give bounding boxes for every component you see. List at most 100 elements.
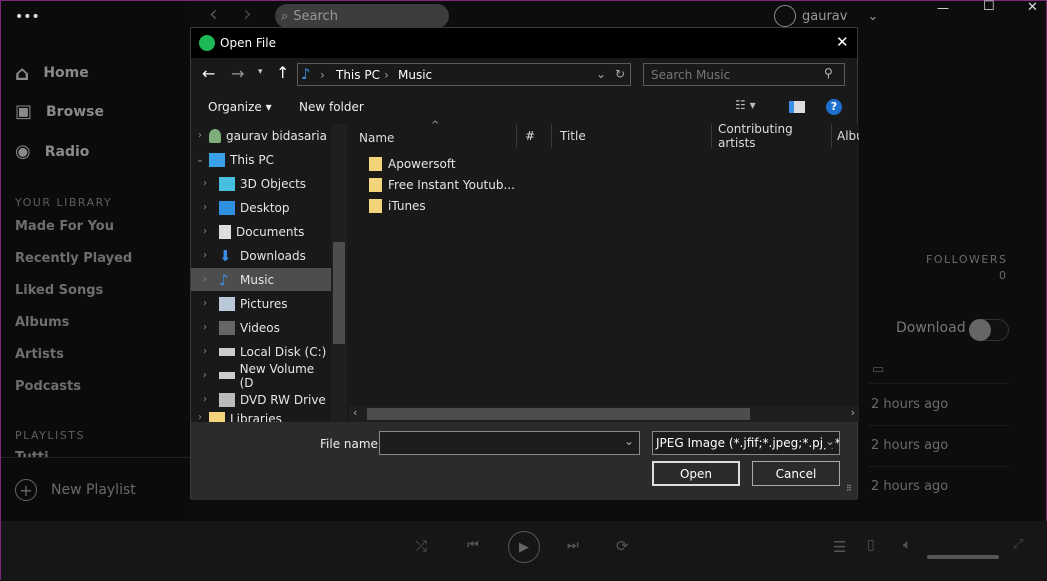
videos-icon (219, 320, 235, 335)
open-button[interactable]: Open (652, 461, 740, 486)
tree-item-this-pc[interactable]: ⌄ This PC (191, 148, 331, 171)
label: Browse (46, 103, 104, 120)
tree-item-documents[interactable]: › Documents (191, 220, 331, 243)
music-note-icon: ♪ (219, 270, 229, 289)
library-item[interactable]: Artists (15, 347, 64, 362)
back-arrow-icon[interactable]: ← (202, 64, 215, 83)
playlists-header: PLAYLISTS (15, 429, 85, 442)
column-contributing-artists[interactable]: Contributing artists (712, 122, 832, 150)
filetype-value: JPEG Image (*.jfif;*.jpeg;*.pjp;*. (656, 436, 840, 450)
menu-dots-button[interactable]: ••• (15, 9, 40, 25)
play-button[interactable]: ▶ (508, 531, 540, 563)
fullscreen-icon[interactable]: ⤢ (1013, 537, 1023, 552)
download-toggle[interactable] (969, 319, 1009, 341)
tree-item-videos[interactable]: › Videos (191, 316, 331, 339)
tree-item-local-disk[interactable]: › Local Disk (C:) (191, 340, 331, 363)
user-menu[interactable]: gaurav ⌄ (774, 5, 878, 27)
previous-icon[interactable]: ⏮ (467, 538, 479, 553)
breadcrumb-music[interactable]: Music (398, 68, 432, 82)
library-item[interactable]: Made For You (15, 219, 114, 234)
tree-item-downloads[interactable]: › ⬇ Downloads (191, 244, 331, 267)
preview-pane-icon[interactable] (789, 101, 805, 113)
new-folder-button[interactable]: New folder (299, 100, 364, 114)
file-item[interactable]: Free Instant Youtub... (369, 178, 515, 192)
tree-item-pictures[interactable]: › Pictures (191, 292, 331, 315)
folder-icon (369, 178, 382, 192)
forward-button[interactable]: › (243, 4, 252, 26)
sidebar-item-browse[interactable]: ▣ Browse (15, 101, 104, 122)
dvd-drive-icon (219, 392, 235, 407)
pictures-icon (219, 296, 235, 311)
shuffle-icon[interactable]: ⤮ (415, 537, 427, 555)
tree-item-music[interactable]: › ♪ Music (191, 268, 331, 291)
search-icon: ⌕ (281, 8, 289, 24)
maximize-button[interactable]: ☐ (983, 0, 995, 14)
file-item[interactable]: iTunes (369, 199, 426, 213)
next-icon[interactable]: ⏭ (567, 538, 579, 553)
avatar-icon (774, 5, 796, 27)
repeat-icon[interactable]: ⟳ (616, 537, 629, 555)
horizontal-scrollbar[interactable]: ‹ › (349, 406, 859, 422)
search-input[interactable]: ⌕ Search (275, 4, 449, 28)
label: Free Instant Youtub... (388, 178, 515, 192)
label: Local Disk (C:) (240, 344, 327, 359)
library-item[interactable]: Recently Played (15, 251, 132, 266)
column-number[interactable]: # (517, 124, 552, 148)
column-album[interactable]: Album (832, 124, 859, 148)
volume-slider[interactable] (927, 555, 999, 559)
filename-input[interactable]: ⌄ (379, 431, 640, 455)
tree-scrollbar[interactable] (331, 124, 347, 422)
address-dropdown-icon[interactable]: ⌄ (596, 67, 606, 81)
download-label: Download (896, 320, 966, 336)
search-music-input[interactable]: Search Music ⚲ (643, 63, 845, 86)
recent-dropdown-icon[interactable]: ▾ (258, 67, 263, 77)
label: Libraries (230, 412, 282, 422)
library-item[interactable]: Albums (15, 315, 69, 330)
cancel-button[interactable]: Cancel (752, 461, 840, 486)
tree-item-libraries[interactable]: › Libraries (191, 412, 331, 422)
dialog-footer: File name: ⌄ JPEG Image (*.jfif;*.jpeg;*… (191, 422, 857, 500)
column-title[interactable]: Title (552, 124, 712, 148)
date-added: 2 hours ago (871, 438, 949, 453)
label: iTunes (388, 199, 426, 213)
file-type-select[interactable]: JPEG Image (*.jfif;*.jpeg;*.pjp;*. ⌄ (652, 431, 840, 455)
minimize-button[interactable]: — (937, 1, 949, 15)
label: Documents (236, 224, 305, 239)
calendar-icon: ▭ (872, 362, 885, 377)
forward-arrow-icon[interactable]: → (231, 64, 244, 83)
library-item[interactable]: Liked Songs (15, 283, 103, 298)
breadcrumb-this-pc[interactable]: This PC (336, 68, 380, 82)
resize-grip-icon[interactable]: ⠿ (846, 484, 852, 493)
help-icon[interactable]: ? (826, 99, 842, 115)
volume-icon[interactable]: 🔈︎ (903, 537, 911, 553)
view-options-icon[interactable]: ☷ ▾ (735, 98, 756, 112)
new-playlist-button[interactable]: + New Playlist (15, 479, 136, 501)
sidebar-item-radio[interactable]: ◉ Radio (15, 141, 89, 162)
player-bar: ⤮ ⏮ ▶ ⏭ ⟳ ☰ ▯ 🔈︎ ⤢ (1, 521, 1047, 581)
dialog-close-button[interactable]: ✕ (836, 33, 849, 51)
chevron-down-icon: ⌄ (867, 8, 879, 24)
tree-item-user[interactable]: › gaurav bidasaria (191, 124, 331, 147)
window-close-button[interactable]: ✕ (1027, 0, 1038, 15)
chevron-down-icon: ⌄ (821, 434, 835, 448)
sidebar-item-home[interactable]: ⌂ Home (15, 61, 89, 85)
queue-icon[interactable]: ☰ (833, 538, 846, 556)
address-bar[interactable]: ♪ › This PC › Music ⌄ ↻ (297, 63, 631, 86)
user-icon (209, 128, 221, 143)
library-item[interactable]: Podcasts (15, 379, 81, 394)
organize-button[interactable]: Organize ▾ (208, 100, 272, 114)
back-button[interactable]: ‹ (209, 4, 218, 26)
tree-item-dvd-drive[interactable]: › DVD RW Drive (191, 388, 331, 411)
devices-icon[interactable]: ▯ (867, 537, 875, 553)
file-item[interactable]: Apowersoft (369, 157, 456, 171)
navigation-tree: › gaurav bidasaria ⌄ This PC › 3D Objects ›… (191, 124, 347, 422)
tree-item-desktop[interactable]: › Desktop (191, 196, 331, 219)
tree-item-new-volume[interactable]: › New Volume (D (191, 362, 331, 390)
label: 3D Objects (240, 176, 307, 191)
dialog-titlebar: Open File ✕ (191, 28, 857, 58)
refresh-icon[interactable]: ↻ (615, 67, 625, 81)
tree-item-3d-objects[interactable]: › 3D Objects (191, 172, 331, 195)
up-arrow-icon[interactable]: ↑ (276, 63, 289, 82)
search-placeholder: Search Music (651, 68, 731, 82)
drive-icon (219, 347, 235, 356)
